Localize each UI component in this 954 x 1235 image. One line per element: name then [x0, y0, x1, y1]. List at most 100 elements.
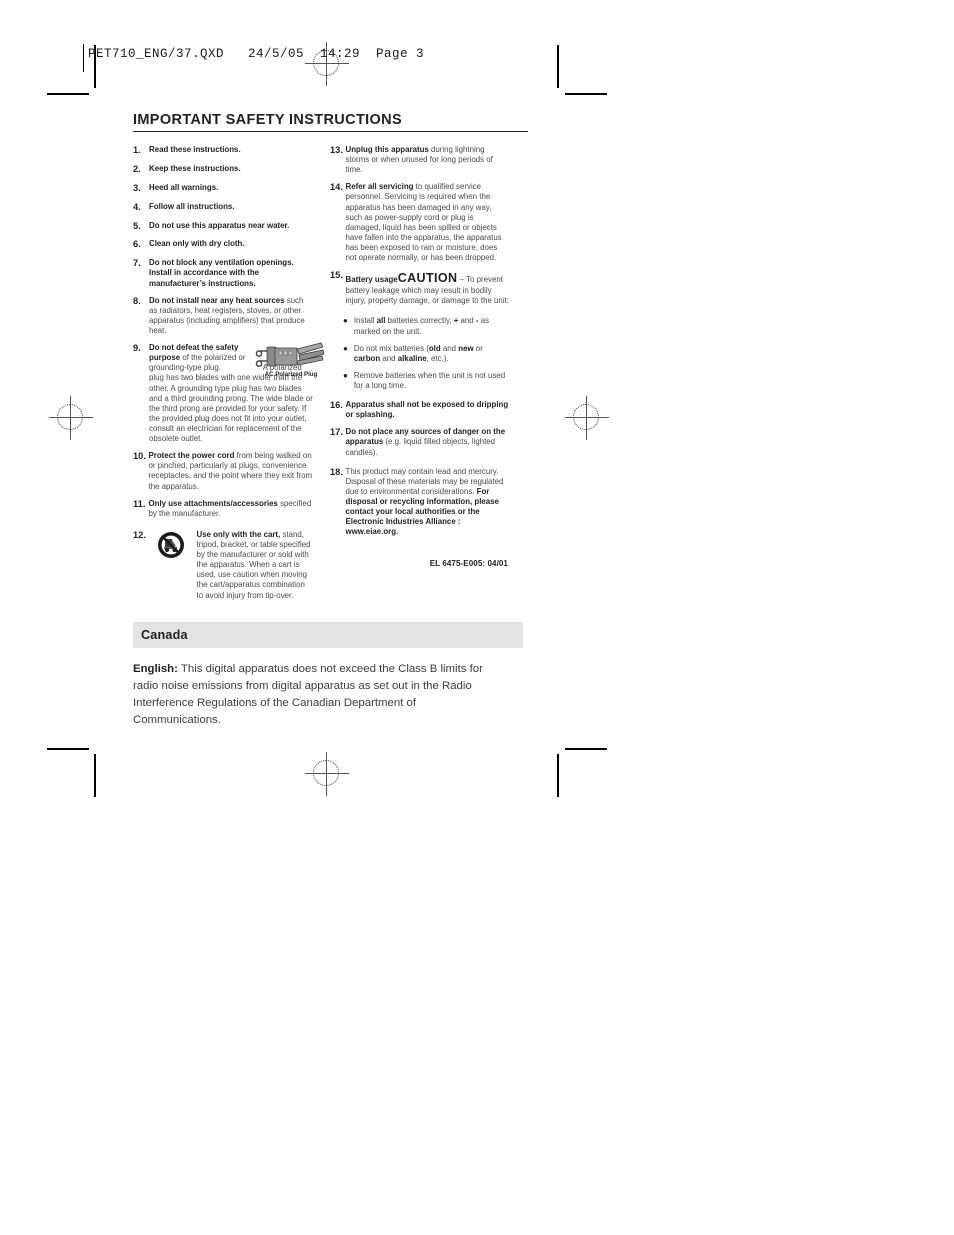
header-divider — [83, 44, 84, 72]
list-item-bold: Do not use this apparatus near water. — [149, 220, 290, 230]
list-item-number: 2. — [133, 163, 141, 174]
list-item-number: 9. — [133, 343, 141, 354]
list-item-bullet: ● Remove batteries when the unit is not … — [343, 371, 510, 391]
list-item-number: 1. — [133, 145, 141, 155]
list-item-bold: Refer all servicing — [345, 182, 414, 192]
list-item-number: 6. — [133, 239, 141, 250]
list-item-number: 4. — [133, 201, 141, 212]
list-item-bold: Do not block any ventilation openings. I… — [149, 258, 294, 288]
bullet-icon: ● — [343, 316, 348, 326]
list-item-text: Read these instructions. — [149, 145, 313, 155]
canada-body-text: This digital apparatus does not exceed t… — [133, 662, 483, 726]
bullet-bold: new — [458, 343, 474, 353]
list-item-bullet: ● Do not mix batteries (old and new or c… — [343, 344, 510, 364]
list-item-bold: Read these instructions. — [149, 145, 241, 154]
bullet-icon: ● — [343, 370, 348, 380]
cart-tip-over-warning-icon — [157, 531, 185, 559]
list-item-text: Do not block any ventilation openings. I… — [149, 258, 313, 288]
crop-mark-top-right-vertical — [557, 45, 559, 88]
list-item: 6. Clean only with dry cloth. — [133, 239, 313, 251]
list-item: 16. Apparatus shall not be exposed to dr… — [330, 400, 510, 420]
list-item-text: Do not place any sources of danger on th… — [346, 427, 511, 457]
bullet-text: Install all batteries correctly, + and -… — [354, 316, 510, 336]
list-item-number: 5. — [133, 220, 141, 231]
list-item-text: Unplug this apparatus during lightning s… — [346, 145, 511, 175]
list-item: 11. Only use attachments/accessories spe… — [133, 499, 313, 519]
list-item-bold: Do not install near any heat sources — [149, 295, 285, 305]
list-item-bold: Protect the power cord — [148, 451, 235, 461]
list-item: 3. Heed all warnings. — [133, 183, 313, 195]
ac-polarized-plug-icon — [253, 341, 325, 387]
list-item: 13. Unplug this apparatus during lightni… — [330, 145, 510, 175]
el-document-code: EL 6475-E005: 04/01 — [429, 559, 508, 569]
list-item-bold: Apparatus shall not be exposed to drippi… — [345, 400, 509, 420]
list-item: 5. Do not use this apparatus near water. — [133, 221, 313, 233]
safety-list-left-column: 1. Read these instructions. 2. Keep thes… — [133, 145, 325, 608]
caution-label: CAUTION — [397, 271, 458, 286]
crop-mark-top-right-horizontal — [565, 93, 607, 95]
list-item-bold: Follow all instructions. — [149, 201, 235, 211]
list-item-text: Protect the power cord from being walked… — [149, 451, 314, 491]
list-item-number: 12. — [133, 529, 146, 540]
registration-mark-left — [49, 396, 93, 440]
list-item-number: 18. — [330, 466, 343, 477]
list-item: 18. This product may contain lead and me… — [330, 467, 510, 538]
crop-mark-bottom-left-vertical — [94, 754, 96, 797]
registration-mark-right — [565, 396, 609, 440]
list-item: 4. Follow all instructions. — [133, 202, 313, 214]
list-item-number: 8. — [133, 295, 141, 306]
canada-section-header: Canada — [133, 621, 523, 648]
list-item-bold: Unplug this apparatus — [345, 145, 429, 154]
bullet-part: Do not mix batteries ( — [353, 343, 429, 353]
safety-list-right-column: 13. Unplug this apparatus during lightni… — [330, 145, 510, 568]
cart-row: Use only with the cart, stand, tripod, b… — [149, 530, 314, 601]
list-item: 14. Refer all servicing to qualified ser… — [330, 182, 510, 263]
list-item-number: 16. — [330, 400, 343, 411]
canada-language-label: English: — [133, 662, 178, 675]
list-item-plug: 9. AC Polarized Plug Do not defeat the s… — [133, 342, 325, 444]
list-item-text: Keep these instructions. — [149, 164, 313, 174]
bullet-icon: ● — [343, 343, 348, 353]
list-item-number: 13. — [330, 145, 343, 155]
bullet-bold: alkaline — [397, 353, 427, 363]
bullet-part: and — [458, 316, 476, 326]
list-item-cart: 12. Use only with the cart, stand, tripo… — [133, 530, 313, 601]
bullet-text: Remove batteries when the unit is not us… — [353, 370, 506, 390]
list-item: 17. Do not place any sources of danger o… — [330, 427, 510, 457]
page-content: IMPORTANT SAFETY INSTRUCTIONS 1. Read th… — [133, 112, 528, 729]
bullet-part: and — [380, 353, 398, 363]
list-item-text: Clean only with dry cloth. — [149, 239, 313, 249]
list-item-number: 11. — [133, 498, 146, 509]
bullet-bold: old — [428, 343, 441, 353]
crop-mark-bottom-left-horizontal — [47, 748, 89, 750]
list-item-text: Do not install near any heat sources suc… — [149, 296, 313, 336]
bullet-part: Install — [353, 316, 377, 326]
list-item-text: AC Polarized Plug Do not defeat the safe… — [149, 342, 325, 444]
list-item-rest: to qualified service personnel. Servicin… — [345, 182, 502, 263]
list-item-number: 14. — [330, 182, 343, 193]
list-item-number: 10. — [133, 451, 146, 462]
list-item: 10. Protect the power cord from being wa… — [133, 451, 313, 491]
list-item-text: Refer all servicing to qualified service… — [346, 182, 511, 263]
canada-heading: Canada — [141, 627, 188, 642]
list-item-text: Use only with the cart, stand, tripod, b… — [197, 530, 314, 601]
list-item-text: Battery usageCAUTION – To prevent batter… — [346, 270, 511, 306]
bullet-part: or — [473, 343, 483, 353]
crop-mark-top-left-horizontal — [47, 93, 89, 95]
bullet-part: batteries correctly, — [385, 316, 454, 326]
list-item: 7. Do not block any ventilation openings… — [133, 258, 313, 288]
list-item-bold: Use only with the cart, — [196, 529, 281, 539]
crop-mark-bottom-right-vertical — [557, 754, 559, 797]
list-item-text: Heed all warnings. — [149, 183, 313, 193]
list-item-bold: Only use attachments/accessories — [148, 498, 278, 508]
print-file-header: PET710_ENG/37.QXD 24/5/05 14:29 Page 3 — [88, 47, 425, 61]
list-item-bold: Clean only with dry cloth. — [149, 239, 245, 249]
list-item-text: This product may contain lead and mercur… — [346, 467, 511, 538]
list-item: 2. Keep these instructions. — [133, 164, 313, 176]
list-item-text: Only use attachments/accessories specifi… — [149, 499, 314, 519]
list-item-number: 7. — [133, 258, 141, 269]
two-column-layout: 1. Read these instructions. 2. Keep thes… — [133, 145, 528, 608]
bullet-part: , etc.). — [426, 353, 449, 363]
list-item-battery: 15. Battery usageCAUTION – To prevent ba… — [330, 270, 510, 306]
list-item-bullet: ● Install all batteries correctly, + and… — [343, 316, 510, 336]
